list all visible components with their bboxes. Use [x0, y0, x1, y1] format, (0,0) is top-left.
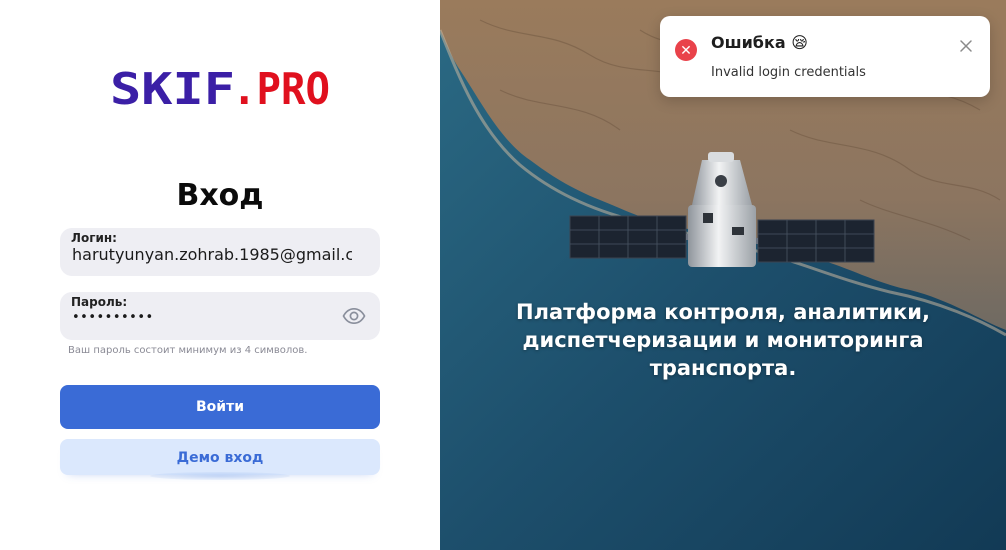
- demo-login-button[interactable]: Демо вход: [60, 439, 380, 475]
- error-icon: ✕: [675, 39, 697, 61]
- password-label: Пароль:: [71, 295, 128, 309]
- promo-line-1: Платформа контроля, аналитики,: [516, 300, 930, 324]
- login-input[interactable]: [72, 245, 352, 264]
- password-hint: Ваш пароль состоит минимум из 4 символов…: [68, 345, 308, 356]
- logo-text-primary: SKIF: [110, 68, 235, 108]
- promo-line-2: диспетчеризации и мониторинга: [522, 328, 924, 352]
- promo-line-3: транспорта.: [649, 356, 797, 380]
- page-title: Вход: [176, 178, 264, 213]
- close-icon[interactable]: [959, 39, 973, 53]
- promo-tagline: Платформа контроля, аналитики, диспетчер…: [440, 298, 1006, 382]
- toast-message: Invalid login credentials: [711, 65, 866, 80]
- login-button[interactable]: Войти: [60, 385, 380, 429]
- error-toast: ✕ Ошибка 😪 Invalid login credentials: [660, 16, 990, 97]
- skif-pro-logo: SKIF .PRO: [110, 68, 330, 108]
- login-label: Логин:: [71, 231, 117, 245]
- toast-title: Ошибка 😪: [711, 33, 808, 52]
- demo-button-glow: [150, 472, 290, 480]
- login-panel: SKIF .PRO Вход Логин: Пароль: ••••••••••…: [0, 0, 440, 550]
- eye-icon[interactable]: [342, 304, 366, 328]
- password-input[interactable]: ••••••••••: [72, 310, 352, 325]
- login-field[interactable]: Логин:: [60, 228, 380, 276]
- password-field[interactable]: Пароль: ••••••••••: [60, 292, 380, 340]
- logo-text-accent: .PRO: [232, 68, 330, 108]
